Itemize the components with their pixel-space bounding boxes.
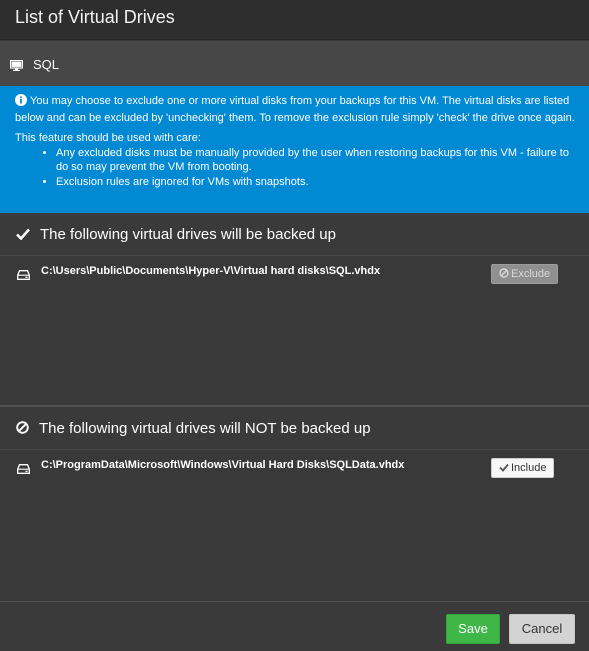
checkmark-icon [499, 462, 511, 474]
info-paragraph-1-text: You may choose to exclude one or more vi… [15, 95, 575, 124]
include-button[interactable]: Include [491, 458, 555, 478]
included-drives-list: C:\Users\Public\Documents\Hyper-V\Virtua… [0, 255, 589, 406]
dialog-titlebar: List of Virtual Drives [0, 0, 589, 40]
save-button[interactable]: Save [446, 614, 500, 644]
vm-header: SQL [0, 41, 589, 86]
exclude-button-label: Exclude [511, 268, 551, 280]
vm-name: SQL [33, 57, 60, 72]
included-section-title: The following virtual drives will be bac… [40, 226, 336, 243]
ban-icon [499, 268, 511, 280]
dialog-footer: Save Cancel [0, 601, 589, 651]
included-section-header: The following virtual drives will be bac… [0, 213, 589, 256]
excluded-section-title: The following virtual drives will NOT be… [39, 420, 371, 437]
drive-row: C:\Users\Public\Documents\Hyper-V\Virtua… [0, 261, 589, 285]
info-circle-icon [15, 94, 27, 111]
hard-drive-icon [17, 267, 30, 285]
info-bullet-list: Any excluded disks must be manually prov… [15, 146, 575, 190]
cancel-button[interactable]: Cancel [509, 614, 575, 644]
info-paragraph-2: This feature should be used with care: [15, 132, 201, 144]
drive-path: C:\ProgramData\Microsoft\Windows\Virtual… [41, 459, 405, 471]
include-button-label: Include [511, 462, 547, 474]
exclude-button[interactable]: Exclude [491, 264, 559, 284]
info-bullet: Exclusion rules are ignored for VMs with… [56, 175, 575, 190]
drive-path: C:\Users\Public\Documents\Hyper-V\Virtua… [41, 265, 381, 277]
ban-icon [16, 421, 29, 439]
info-paragraph-1: You may choose to exclude one or more vi… [15, 94, 575, 125]
info-bullet: Any excluded disks must be manually prov… [56, 146, 575, 175]
dialog-title: List of Virtual Drives [15, 7, 175, 27]
drive-row: C:\ProgramData\Microsoft\Windows\Virtual… [0, 455, 589, 479]
excluded-drives-list: C:\ProgramData\Microsoft\Windows\Virtual… [0, 449, 589, 601]
info-panel: You may choose to exclude one or more vi… [0, 86, 589, 213]
hard-drive-icon [17, 461, 30, 479]
monitor-icon [9, 58, 24, 76]
checkmark-icon [16, 227, 30, 245]
excluded-section-header: The following virtual drives will NOT be… [0, 407, 589, 450]
